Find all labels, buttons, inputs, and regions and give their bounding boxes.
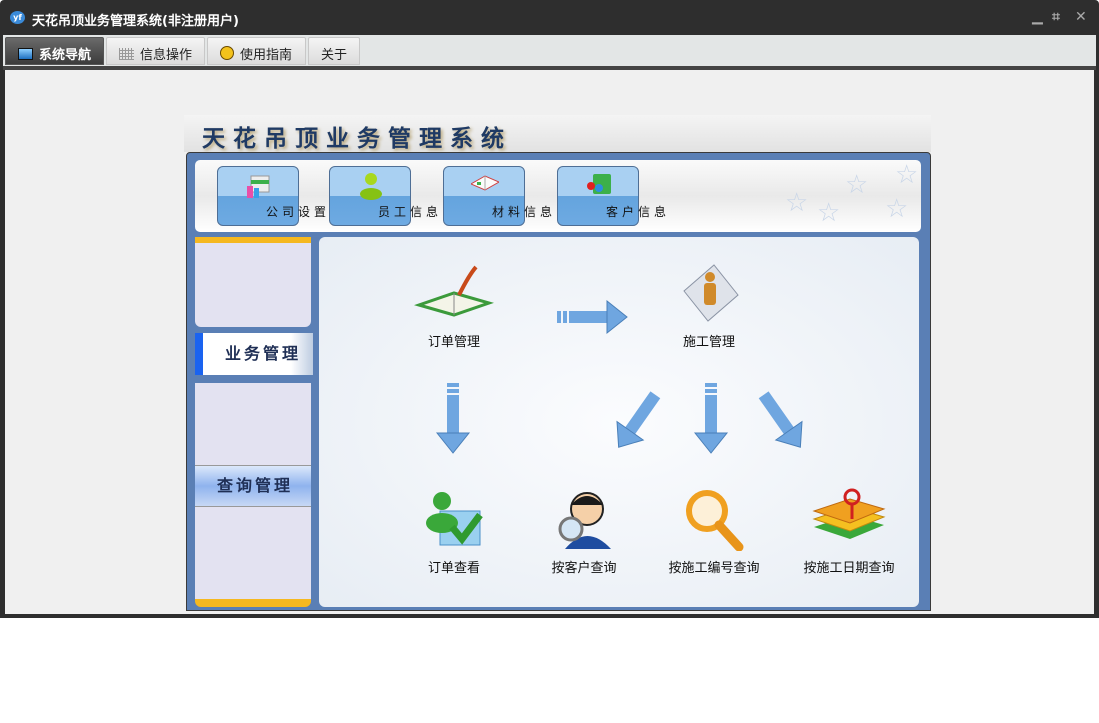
magnifier-icon — [686, 490, 744, 551]
arrow-right-icon — [557, 299, 628, 335]
node-label: 按施工日期查询 — [803, 561, 895, 576]
books-icon — [812, 488, 886, 539]
app-logo-icon: yf — [10, 11, 25, 24]
menu-tabs: 系统导航 信息操作 使用指南 关于 — [3, 35, 1096, 66]
material-info-button[interactable]: 材料信息 — [443, 166, 552, 226]
company-icon — [247, 175, 270, 198]
button-label: 员工信息 — [377, 205, 442, 219]
grid-icon — [119, 48, 134, 60]
app-frame: ☆ ☆ ☆ ☆ ☆ 公司设置 员工信息 材料信息 客户信息 业务管理 查询管理 … — [186, 152, 931, 611]
sidebar-item-label: 业务管理 — [225, 344, 302, 363]
tab-label: 信息操作 — [140, 48, 193, 63]
button-label: 客户信息 — [605, 205, 670, 219]
minimize-icon[interactable]: ▁ — [1032, 9, 1043, 25]
sidebar-item-label: 查询管理 — [217, 476, 294, 495]
employee-info-button[interactable]: 员工信息 — [329, 166, 438, 226]
app-window: yf 天花吊顶业务管理系统(非注册用户) ▁ ⌗ ✕ 系统导航 信息操作 使用指… — [0, 0, 1099, 618]
book-icon — [471, 175, 499, 191]
window-title: 天花吊顶业务管理系统(非注册用户) — [32, 14, 239, 29]
customer-search-icon — [558, 492, 611, 549]
star-decoration: ☆ — [817, 198, 841, 228]
company-settings-button[interactable]: 公司设置 — [217, 166, 326, 226]
arrow-down-icon — [435, 383, 471, 454]
construction-no-query-node[interactable]: 按施工编号查询 — [654, 487, 774, 576]
button-label: 材料信息 — [491, 205, 556, 219]
star-decoration: ☆ — [885, 194, 909, 224]
sidebar-item-query[interactable]: 查询管理 — [195, 465, 311, 507]
order-view-node[interactable]: 订单查看 — [409, 487, 499, 576]
order-view-icon — [426, 492, 483, 546]
arrow-down-right-icon — [758, 391, 803, 448]
star-decoration: ☆ — [785, 188, 809, 218]
customer-icon — [587, 174, 611, 194]
arrow-down-left-icon — [616, 391, 661, 448]
tab-label: 使用指南 — [240, 48, 293, 63]
star-decoration: ☆ — [845, 170, 869, 200]
node-label: 按客户查询 — [551, 561, 617, 576]
business-panel: 天花吊顶业务管理系统 ☆ ☆ ☆ ☆ ☆ 公司设置 员工信息 材料信息 客户信息… — [184, 115, 931, 611]
construction-management-node[interactable]: 施工管理 — [664, 261, 754, 350]
node-label: 订单查看 — [427, 561, 480, 576]
close-icon[interactable]: ✕ — [1075, 9, 1087, 25]
tab-label: 关于 — [321, 48, 348, 63]
tab-label: 系统导航 — [39, 48, 92, 63]
customer-query-node[interactable]: 按客户查询 — [534, 487, 634, 576]
node-label: 按施工编号查询 — [668, 561, 760, 576]
tab-user-guide[interactable]: 使用指南 — [207, 37, 306, 65]
tab-info-ops[interactable]: 信息操作 — [106, 37, 205, 65]
sidebar-item-business[interactable]: 业务管理 — [195, 333, 313, 375]
user-icon — [360, 173, 382, 200]
construction-date-query-node[interactable]: 按施工日期查询 — [789, 487, 909, 576]
node-label: 订单管理 — [427, 335, 480, 350]
order-management-node[interactable]: 订单管理 — [409, 265, 499, 350]
tab-about[interactable]: 关于 — [308, 37, 360, 65]
app-title: 天花吊顶业务管理系统 — [184, 115, 931, 152]
node-label: 施工管理 — [682, 335, 735, 350]
construction-icon — [683, 264, 739, 322]
toolbar: ☆ ☆ ☆ ☆ ☆ 公司设置 员工信息 材料信息 客户信息 — [195, 160, 921, 232]
star-decoration: ☆ — [895, 160, 919, 190]
workflow-area: 订单管理 施工管理 订单查看 按客户查询 按施工编号查询 按施工日期查询 — [319, 237, 919, 607]
monitor-icon — [18, 48, 33, 60]
help-icon — [220, 46, 234, 60]
restore-icon[interactable]: ⌗ — [1052, 9, 1060, 25]
sidebar-panel — [195, 237, 311, 327]
order-book-icon — [414, 265, 494, 317]
sidebar: 业务管理 查询管理 — [195, 237, 313, 607]
title-bar: yf 天花吊顶业务管理系统(非注册用户) ▁ ⌗ ✕ — [0, 0, 1099, 35]
customer-info-button[interactable]: 客户信息 — [557, 166, 666, 226]
arrow-down-icon — [693, 383, 729, 454]
tab-system-nav[interactable]: 系统导航 — [5, 37, 104, 65]
button-label: 公司设置 — [265, 205, 330, 219]
